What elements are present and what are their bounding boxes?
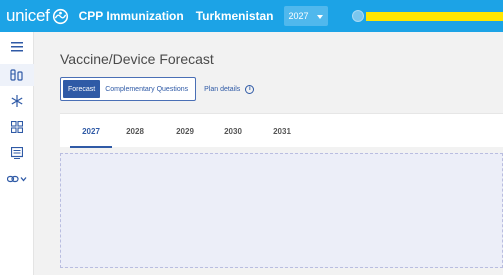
sidebar-item-cold-chain[interactable]	[0, 90, 34, 112]
year-select-value: 2027	[288, 11, 309, 21]
globe-icon	[52, 8, 68, 24]
tab-year-2029[interactable]: 2029	[172, 114, 198, 148]
forecast-content-area	[60, 153, 503, 268]
sidebar-item-vaccine[interactable]	[0, 64, 34, 86]
tab-year-2028[interactable]: 2028	[122, 114, 148, 148]
tab-complementary-questions[interactable]: Complementary Questions	[100, 80, 193, 98]
subtab-group: Forecast Complementary Questions	[60, 77, 197, 101]
info-icon: i	[245, 84, 255, 94]
document-icon	[11, 147, 23, 159]
sidebar	[0, 32, 34, 275]
plan-details-label: Plan details	[204, 85, 241, 93]
sidebar-item-menu[interactable]	[0, 36, 34, 58]
page-title: Vaccine/Device Forecast	[60, 51, 214, 67]
tab-year-2027[interactable]: 2027	[70, 114, 112, 148]
app-title: CPP Immunization	[78, 9, 184, 23]
logo-text: unicef	[6, 6, 50, 25]
main-content: Vaccine/Device Forecast Forecast Complem…	[34, 32, 503, 275]
grid-icon	[11, 121, 23, 133]
chevron-down-icon	[316, 14, 323, 19]
unicef-logo[interactable]: unicef	[6, 6, 69, 26]
sidebar-item-reports[interactable]	[0, 142, 34, 164]
sidebar-item-links[interactable]	[0, 168, 34, 190]
subtab-bar: Forecast Complementary Questions Plan de…	[60, 77, 255, 101]
highlight-bar	[366, 12, 503, 21]
sidebar-item-dashboard[interactable]	[0, 116, 34, 138]
tab-year-2030[interactable]: 2030	[220, 114, 246, 148]
tab-forecast[interactable]: Forecast	[63, 80, 101, 98]
menu-icon	[11, 42, 23, 52]
plan-details-link[interactable]: Plan details i	[204, 84, 255, 94]
vaccine-icon	[10, 69, 23, 81]
tab-year-2031[interactable]: 2031	[269, 114, 295, 148]
year-tab-bar: 2027 2028 2029 2030 2031	[60, 113, 503, 148]
snowflake-icon	[11, 95, 23, 107]
link-dropdown-icon	[7, 175, 27, 183]
year-select[interactable]: 2027	[283, 6, 328, 26]
country-name: Turkmenistan	[195, 9, 274, 23]
top-bar: unicef CPP Immunization Turkmenistan 202…	[0, 0, 503, 32]
avatar[interactable]	[351, 10, 364, 22]
